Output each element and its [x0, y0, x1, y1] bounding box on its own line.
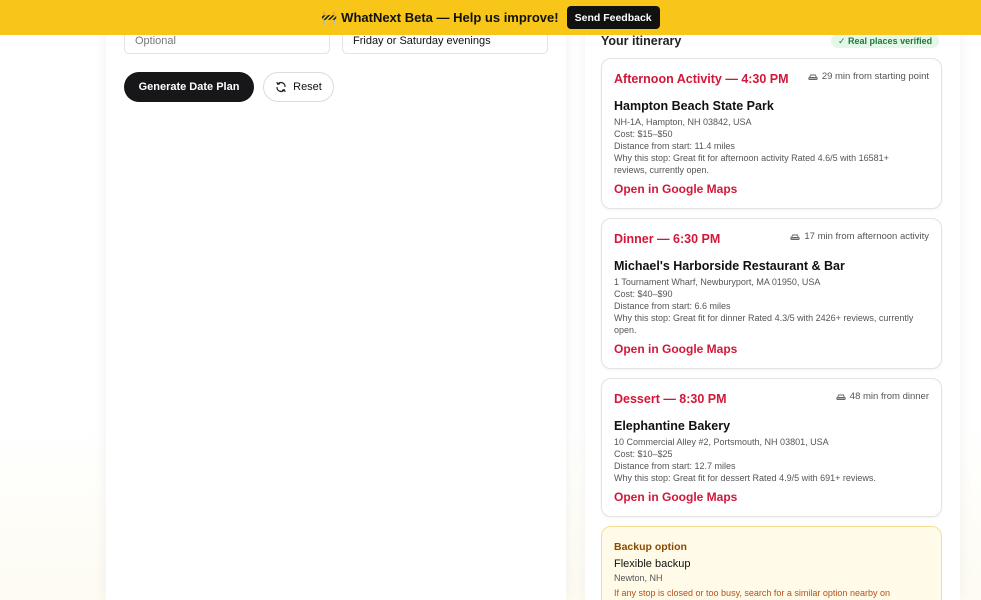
stop-card: Dinner — 6:30 PM 17 min from afternoon a… [601, 218, 942, 369]
stop-card: Dessert — 8:30 PM 48 min from dinner Ele… [601, 378, 942, 517]
place-cost: Cost: $40–$90 [614, 289, 673, 299]
google-maps-link[interactable]: Open in Google Maps [614, 490, 737, 504]
banner-text: 🚧 WhatNext Beta — Help us improve! [321, 9, 559, 25]
itinerary-title: Your itinerary [601, 34, 682, 48]
car-icon [790, 233, 801, 241]
place-distance: Distance from start: 11.4 miles [614, 141, 735, 151]
date-plan-form: Optional Friday or Saturday evenings Gen… [106, 0, 566, 600]
stop-heading: Dinner — 6:30 PM [614, 232, 721, 246]
reset-button[interactable]: Reset [263, 72, 334, 102]
backup-label: Backup option [614, 541, 687, 553]
place-reason: Why this stop: Great fit for dinner Rate… [614, 313, 914, 335]
refresh-icon [275, 81, 287, 93]
backup-place: Newton, NH [614, 573, 663, 583]
generate-date-plan-button[interactable]: Generate Date Plan [124, 72, 254, 102]
backup-option-card: Backup option Flexible backup Newton, NH… [601, 526, 942, 600]
car-icon [836, 393, 846, 401]
place-reason: Why this stop: Great fit for afternoon a… [614, 153, 889, 175]
place-name: Hampton Beach State Park [614, 99, 774, 113]
place-name: Elephantine Bakery [614, 419, 731, 433]
car-icon [808, 73, 818, 81]
place-address: 1 Tournament Wharf, Newburyport, MA 0195… [614, 277, 821, 287]
place-reason: Why this stop: Great fit for dessert Rat… [614, 473, 876, 483]
stop-heading: Dessert — 8:30 PM [614, 392, 727, 406]
google-maps-link[interactable]: Open in Google Maps [614, 342, 737, 356]
travel-time: 48 min from dinner [836, 391, 929, 402]
place-cost: Cost: $15–$50 [614, 129, 673, 139]
beta-banner: 🚧 WhatNext Beta — Help us improve! Send … [0, 0, 981, 35]
stop-heading: Afternoon Activity — 4:30 PM [614, 72, 789, 86]
send-feedback-button[interactable]: Send Feedback [566, 6, 660, 29]
backup-note: If any stop is closed or too busy, searc… [614, 588, 890, 598]
travel-time: 29 min from starting point [808, 71, 929, 82]
backup-title: Flexible backup [614, 558, 691, 570]
place-cost: Cost: $10–$25 [614, 449, 673, 459]
stop-card: Afternoon Activity — 4:30 PM 29 min from… [601, 58, 942, 209]
reset-label: Reset [293, 81, 322, 93]
place-address: 10 Commercial Alley #2, Portsmouth, NH 0… [614, 437, 829, 447]
place-address: NH-1A, Hampton, NH 03842, USA [614, 117, 752, 127]
itinerary-panel: Your itinerary ✓ Real places verified Af… [585, 0, 960, 600]
place-distance: Distance from start: 6.6 miles [614, 301, 731, 311]
place-distance: Distance from start: 12.7 miles [614, 461, 736, 471]
travel-time: 17 min from afternoon activity [790, 231, 929, 242]
place-name: Michael's Harborside Restaurant & Bar [614, 259, 845, 273]
verified-badge: ✓ Real places verified [831, 34, 940, 48]
google-maps-link[interactable]: Open in Google Maps [614, 182, 737, 196]
